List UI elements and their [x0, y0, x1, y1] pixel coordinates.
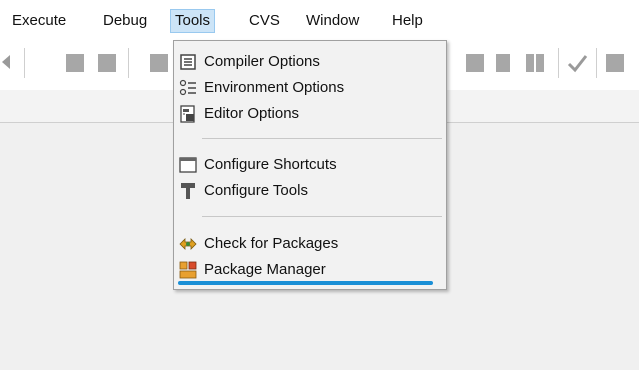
- menu-item-label: Environment Options: [204, 79, 345, 96]
- toolbar-separator: [24, 48, 25, 78]
- configure-shortcuts-icon: [179, 157, 197, 173]
- menu-item-label: Configure Tools: [204, 182, 308, 199]
- package-manager-icon: [179, 261, 197, 279]
- toolbar-rebuild-icon[interactable]: [150, 54, 168, 72]
- toolbar-profile-icon[interactable]: [606, 54, 624, 72]
- menu-separator: [202, 216, 442, 217]
- toolbar-back-icon[interactable]: [2, 55, 10, 69]
- menu-help[interactable]: Help: [388, 10, 427, 32]
- tools-menu-dropdown: Compiler Options Environment Options Edi…: [173, 40, 447, 290]
- toolbar-separator: [596, 48, 597, 78]
- menu-tools[interactable]: Tools: [170, 9, 216, 33]
- environment-options-icon: [179, 79, 196, 96]
- menu-item-label: Editor Options: [204, 105, 300, 122]
- menu-window[interactable]: Window: [302, 10, 363, 32]
- menu-cvs[interactable]: CVS: [245, 10, 284, 32]
- menu-item-label: Package Manager: [204, 261, 326, 278]
- menu-separator: [202, 138, 442, 139]
- menu-execute[interactable]: Execute: [8, 10, 70, 32]
- toolbar-grid-icon[interactable]: [526, 54, 546, 72]
- menu-item-configure-shortcuts[interactable]: Configure Shortcuts: [174, 152, 446, 178]
- menu-item-editor-options[interactable]: Editor Options: [174, 101, 446, 127]
- toolbar-separator: [558, 48, 559, 78]
- check-for-packages-icon: [179, 238, 197, 250]
- menu-item-label: Configure Shortcuts: [204, 156, 337, 173]
- menu-item-label: Check for Packages: [204, 235, 339, 252]
- toolbar-build-icon[interactable]: [66, 54, 84, 72]
- menu-item-check-for-packages[interactable]: Check for Packages: [174, 231, 446, 257]
- menu-item-configure-tools[interactable]: Configure Tools: [174, 178, 446, 204]
- toolbar-check-icon[interactable]: [566, 52, 588, 74]
- compiler-options-icon: [180, 54, 196, 70]
- highlight-underline: [178, 281, 433, 285]
- menu-item-environment-options[interactable]: Environment Options: [174, 75, 446, 101]
- editor-options-icon: [180, 105, 195, 123]
- menu-bar: Execute Debug Tools CVS Window Help: [0, 0, 639, 38]
- toolbar-separator: [128, 48, 129, 78]
- configure-tools-icon: [181, 183, 195, 199]
- menu-debug[interactable]: Debug: [99, 10, 151, 32]
- menu-item-package-manager[interactable]: Package Manager: [174, 257, 446, 283]
- toolbar-stop-icon[interactable]: [466, 54, 484, 72]
- toolbar-run-icon[interactable]: [98, 54, 116, 72]
- menu-item-compiler-options[interactable]: Compiler Options: [174, 49, 446, 75]
- toolbar-debug-icon[interactable]: [496, 54, 510, 72]
- menu-item-label: Compiler Options: [204, 53, 320, 70]
